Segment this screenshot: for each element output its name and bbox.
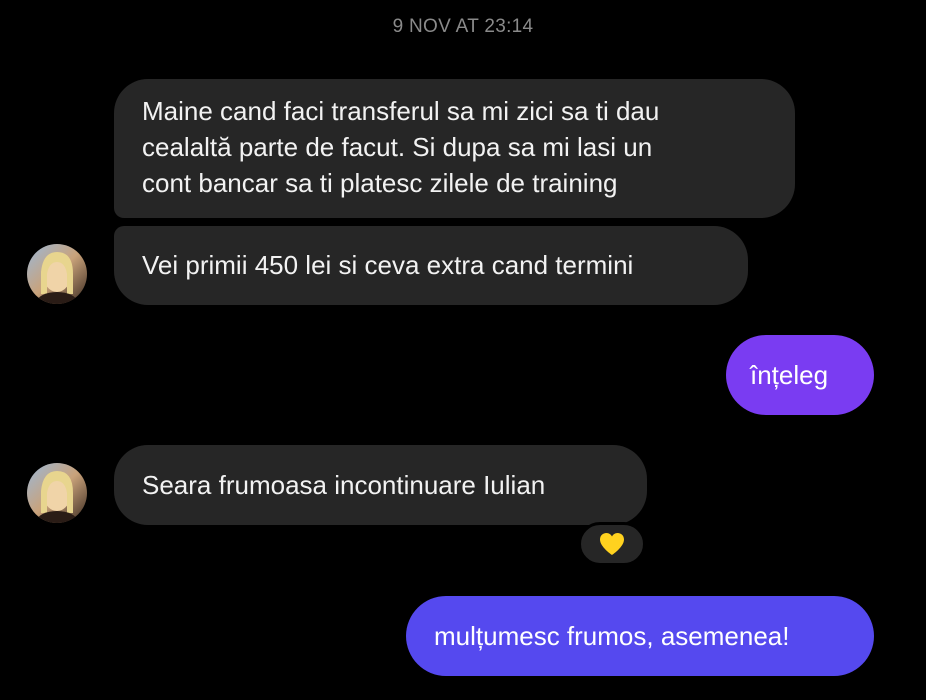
outgoing-message-bubble[interactable]: mulțumesc frumos, asemenea! (406, 596, 874, 676)
outgoing-message-bubble[interactable]: înțeleg (726, 335, 874, 415)
contact-avatar[interactable] (27, 244, 87, 304)
incoming-message-bubble[interactable]: Vei primii 450 lei si ceva extra cand te… (114, 226, 748, 305)
contact-avatar[interactable] (27, 463, 87, 523)
incoming-message-bubble[interactable]: Seara frumoasa incontinuare Iulian (114, 445, 647, 525)
avatar-photo-icon (27, 244, 87, 304)
avatar-photo-icon (27, 463, 87, 523)
conversation-timestamp: 9 NOV AT 23:14 (392, 16, 534, 37)
yellow-heart-icon (600, 533, 624, 555)
incoming-message-bubble[interactable]: Maine cand faci transferul sa mi zici sa… (114, 79, 795, 218)
message-reaction[interactable] (578, 522, 646, 566)
